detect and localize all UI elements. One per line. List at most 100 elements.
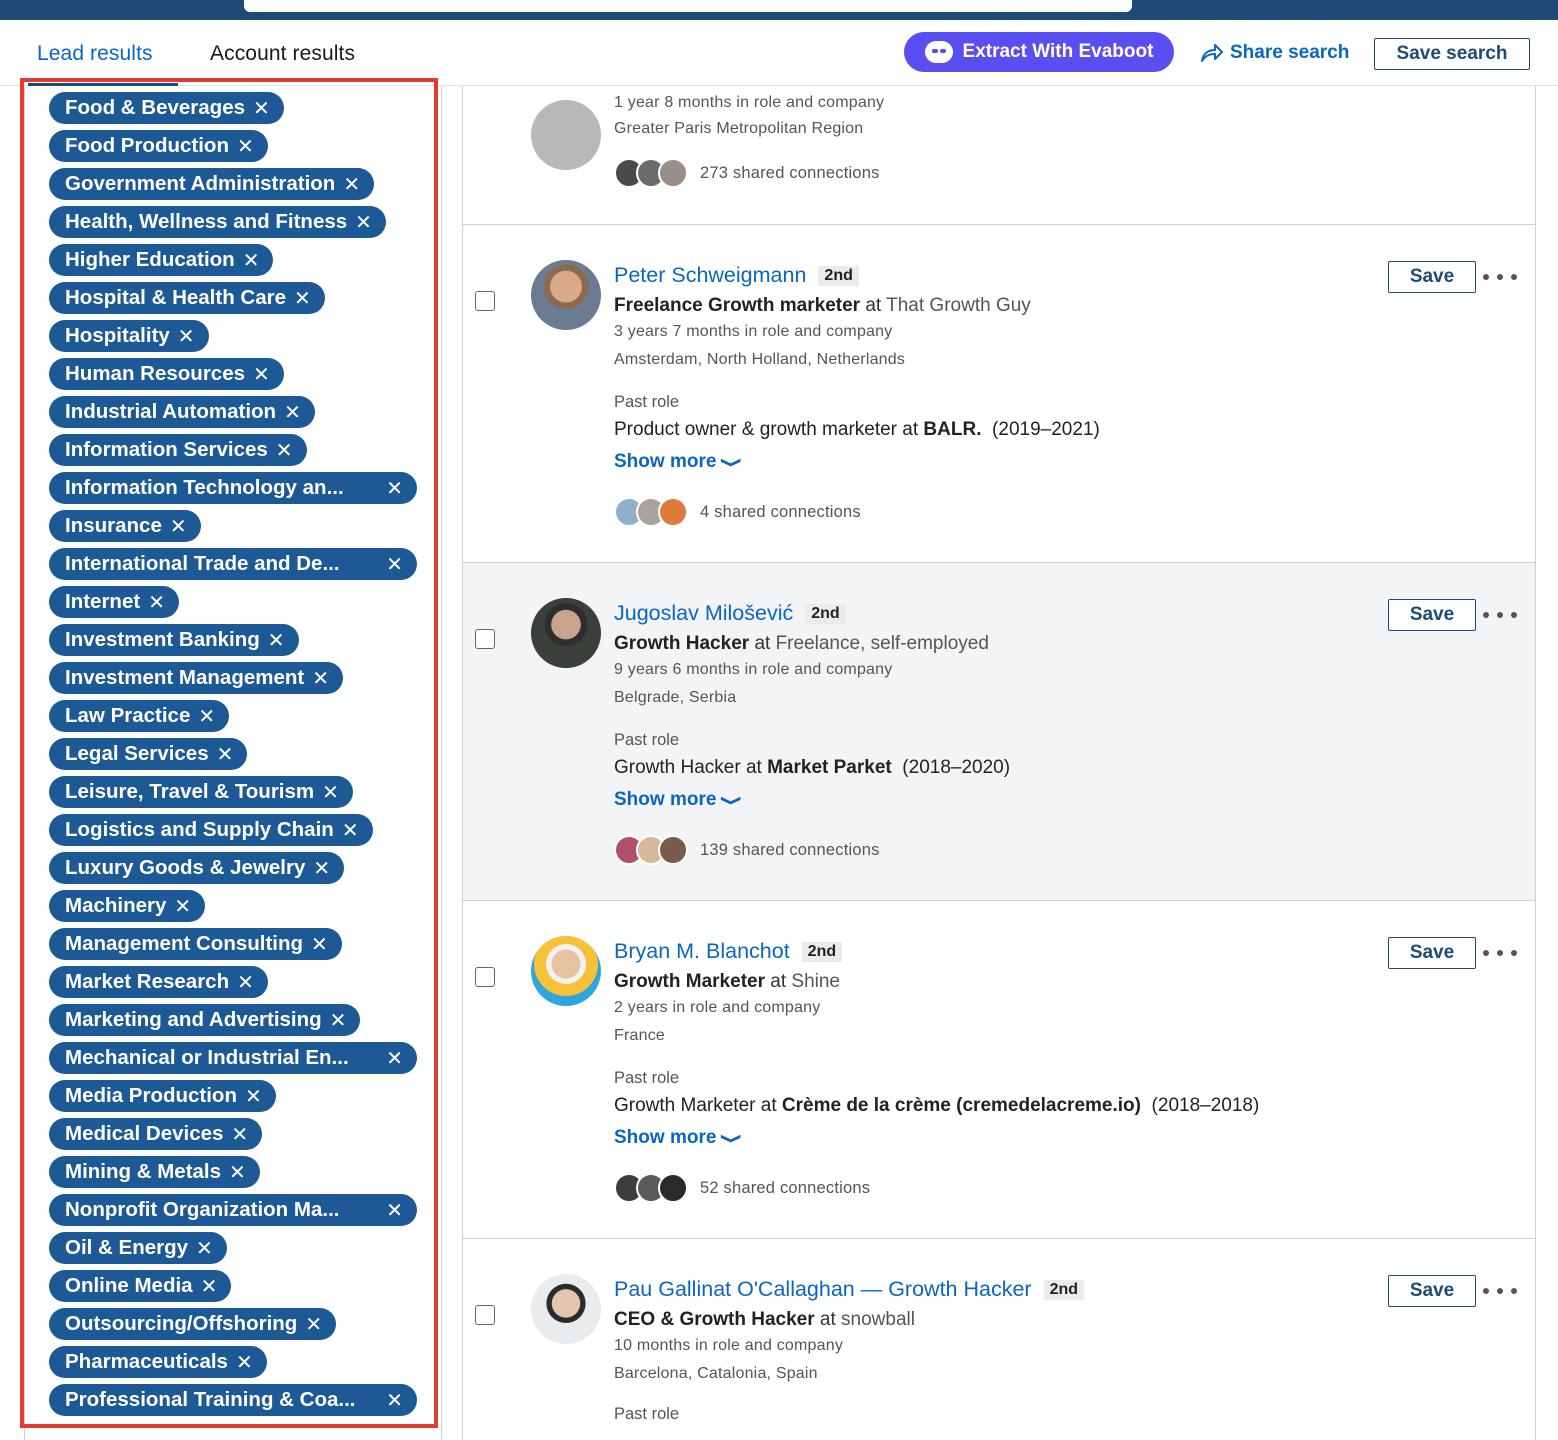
industry-filter-pill[interactable]: Industrial Automation ✕ <box>49 396 315 428</box>
avatar[interactable] <box>531 1274 601 1344</box>
lead-company[interactable]: That Growth Guy <box>886 295 1031 316</box>
lead-company[interactable]: Freelance, self-employed <box>776 633 989 654</box>
industry-filter-pill[interactable]: Food Production ✕ <box>49 130 268 162</box>
remove-filter-icon[interactable]: ✕ <box>178 324 195 349</box>
industry-filter-pill[interactable]: Food & Beverages ✕ <box>49 92 284 124</box>
avatar[interactable] <box>531 260 601 330</box>
save-lead-button[interactable]: Save <box>1388 261 1476 293</box>
remove-filter-icon[interactable]: ✕ <box>386 552 403 577</box>
remove-filter-icon[interactable]: ✕ <box>355 210 372 235</box>
shared-connections[interactable]: 139 shared connections <box>614 835 880 865</box>
lead-select-checkbox[interactable] <box>475 1305 495 1325</box>
lead-name[interactable]: Bryan M. Blanchot <box>614 939 790 964</box>
remove-filter-icon[interactable]: ✕ <box>322 780 339 805</box>
remove-filter-icon[interactable]: ✕ <box>253 362 270 387</box>
remove-filter-icon[interactable]: ✕ <box>343 172 360 197</box>
industry-filter-pill[interactable]: Pharmaceuticals ✕ <box>49 1346 267 1378</box>
industry-filter-pill[interactable]: Market Research ✕ <box>49 966 268 998</box>
extract-evaboot-button[interactable]: Extract With Evaboot <box>904 32 1174 72</box>
industry-filter-pill[interactable]: Investment Management ✕ <box>49 662 343 694</box>
industry-filter-pill[interactable]: Leisure, Travel & Tourism ✕ <box>49 776 353 808</box>
remove-filter-icon[interactable]: ✕ <box>313 856 330 881</box>
remove-filter-icon[interactable]: ✕ <box>342 818 359 843</box>
global-search-input[interactable] <box>244 0 1132 12</box>
industry-filter-pill[interactable]: Nonprofit Organization Ma... ✕ <box>49 1194 417 1226</box>
industry-filter-pill[interactable]: Marketing and Advertising ✕ <box>49 1004 361 1036</box>
remove-filter-icon[interactable]: ✕ <box>196 1236 213 1261</box>
remove-filter-icon[interactable]: ✕ <box>245 1084 262 1109</box>
industry-filter-pill[interactable]: Information Services ✕ <box>49 434 307 466</box>
remove-filter-icon[interactable]: ✕ <box>237 970 254 995</box>
industry-filter-pill[interactable]: Outsourcing/Offshoring ✕ <box>49 1308 337 1340</box>
remove-filter-icon[interactable]: ✕ <box>201 1274 218 1299</box>
remove-filter-icon[interactable]: ✕ <box>231 1122 248 1147</box>
remove-filter-icon[interactable]: ✕ <box>284 400 301 425</box>
industry-filter-pill[interactable]: Internet ✕ <box>49 586 179 618</box>
lead-select-checkbox[interactable] <box>475 967 495 987</box>
remove-filter-icon[interactable]: ✕ <box>198 704 215 729</box>
show-more-button[interactable]: Show more ❯ <box>614 451 743 473</box>
industry-filter-pill[interactable]: Mechanical or Industrial En... ✕ <box>49 1042 417 1074</box>
lead-name[interactable]: Jugoslav Milošević <box>614 601 793 626</box>
industry-filter-pill[interactable]: Legal Services ✕ <box>49 738 248 770</box>
remove-filter-icon[interactable]: ✕ <box>276 438 293 463</box>
remove-filter-icon[interactable]: ✕ <box>229 1160 246 1185</box>
industry-filter-pill[interactable]: Higher Education ✕ <box>49 244 274 276</box>
industry-filter-pill[interactable]: Professional Training & Coa... ✕ <box>49 1384 417 1416</box>
save-search-button[interactable]: Save search <box>1374 38 1530 70</box>
industry-filter-pill[interactable]: Law Practice ✕ <box>49 700 230 732</box>
shared-connections[interactable]: 273 shared connections <box>614 158 880 188</box>
remove-filter-icon[interactable]: ✕ <box>237 134 254 159</box>
remove-filter-icon[interactable]: ✕ <box>170 514 187 539</box>
industry-filter-pill[interactable]: Media Production ✕ <box>49 1080 276 1112</box>
remove-filter-icon[interactable]: ✕ <box>236 1350 253 1375</box>
remove-filter-icon[interactable]: ✕ <box>311 932 328 957</box>
save-lead-button[interactable]: Save <box>1388 1275 1476 1307</box>
industry-filter-pill[interactable]: Logistics and Supply Chain ✕ <box>49 814 373 846</box>
industry-filter-pill[interactable]: Online Media ✕ <box>49 1270 232 1302</box>
industry-filter-pill[interactable]: International Trade and De... ✕ <box>49 548 417 580</box>
save-lead-button[interactable]: Save <box>1388 937 1476 969</box>
industry-filter-pill[interactable]: Oil & Energy ✕ <box>49 1232 227 1264</box>
remove-filter-icon[interactable]: ✕ <box>305 1312 322 1337</box>
industry-filter-pill[interactable]: Medical Devices ✕ <box>49 1118 263 1150</box>
industry-filter-pill[interactable]: Human Resources ✕ <box>49 358 284 390</box>
industry-filter-panel[interactable]: Food & Beverages ✕ Food Production ✕ Governm… <box>24 86 442 1440</box>
tab-account-results[interactable]: Account results <box>210 42 355 66</box>
lead-name[interactable]: Pau Gallinat O'Callaghan — Growth Hacker <box>614 1277 1032 1302</box>
remove-filter-icon[interactable]: ✕ <box>217 742 234 767</box>
avatar[interactable] <box>531 936 601 1006</box>
remove-filter-icon[interactable]: ✕ <box>148 590 165 615</box>
industry-filter-pill[interactable]: Management Consulting ✕ <box>49 928 342 960</box>
avatar[interactable] <box>531 598 601 668</box>
more-options-icon[interactable] <box>1483 1279 1517 1303</box>
industry-filter-pill[interactable]: Government Administration ✕ <box>49 168 375 200</box>
industry-filter-pill[interactable]: Information Technology an... ✕ <box>49 472 417 504</box>
industry-filter-pill[interactable]: Mining & Metals ✕ <box>49 1156 260 1188</box>
save-lead-button[interactable]: Save <box>1388 599 1476 631</box>
remove-filter-icon[interactable]: ✕ <box>243 248 260 273</box>
show-more-button[interactable]: Show more ❯ <box>614 789 743 811</box>
tab-lead-results[interactable]: Lead results <box>37 42 153 66</box>
share-search-button[interactable]: Share search <box>1200 42 1349 64</box>
shared-connections[interactable]: 4 shared connections <box>614 497 861 527</box>
shared-connections[interactable]: 52 shared connections <box>614 1173 870 1203</box>
more-options-icon[interactable] <box>1483 265 1517 289</box>
remove-filter-icon[interactable]: ✕ <box>268 628 285 653</box>
remove-filter-icon[interactable]: ✕ <box>253 96 270 121</box>
remove-filter-icon[interactable]: ✕ <box>330 1008 347 1033</box>
lead-company[interactable]: Shine <box>791 971 840 992</box>
lead-select-checkbox[interactable] <box>475 291 495 311</box>
industry-filter-pill[interactable]: Health, Wellness and Fitness ✕ <box>49 206 386 238</box>
remove-filter-icon[interactable]: ✕ <box>386 1388 403 1413</box>
lead-company[interactable]: snowball <box>841 1309 915 1330</box>
more-options-icon[interactable] <box>1483 941 1517 965</box>
more-options-icon[interactable] <box>1483 603 1517 627</box>
remove-filter-icon[interactable]: ✕ <box>312 666 329 691</box>
industry-filter-pill[interactable]: Machinery ✕ <box>49 890 206 922</box>
remove-filter-icon[interactable]: ✕ <box>386 1198 403 1223</box>
remove-filter-icon[interactable]: ✕ <box>174 894 191 919</box>
lead-name[interactable]: Peter Schweigmann <box>614 263 806 288</box>
lead-select-checkbox[interactable] <box>475 629 495 649</box>
industry-filter-pill[interactable]: Investment Banking ✕ <box>49 624 299 656</box>
